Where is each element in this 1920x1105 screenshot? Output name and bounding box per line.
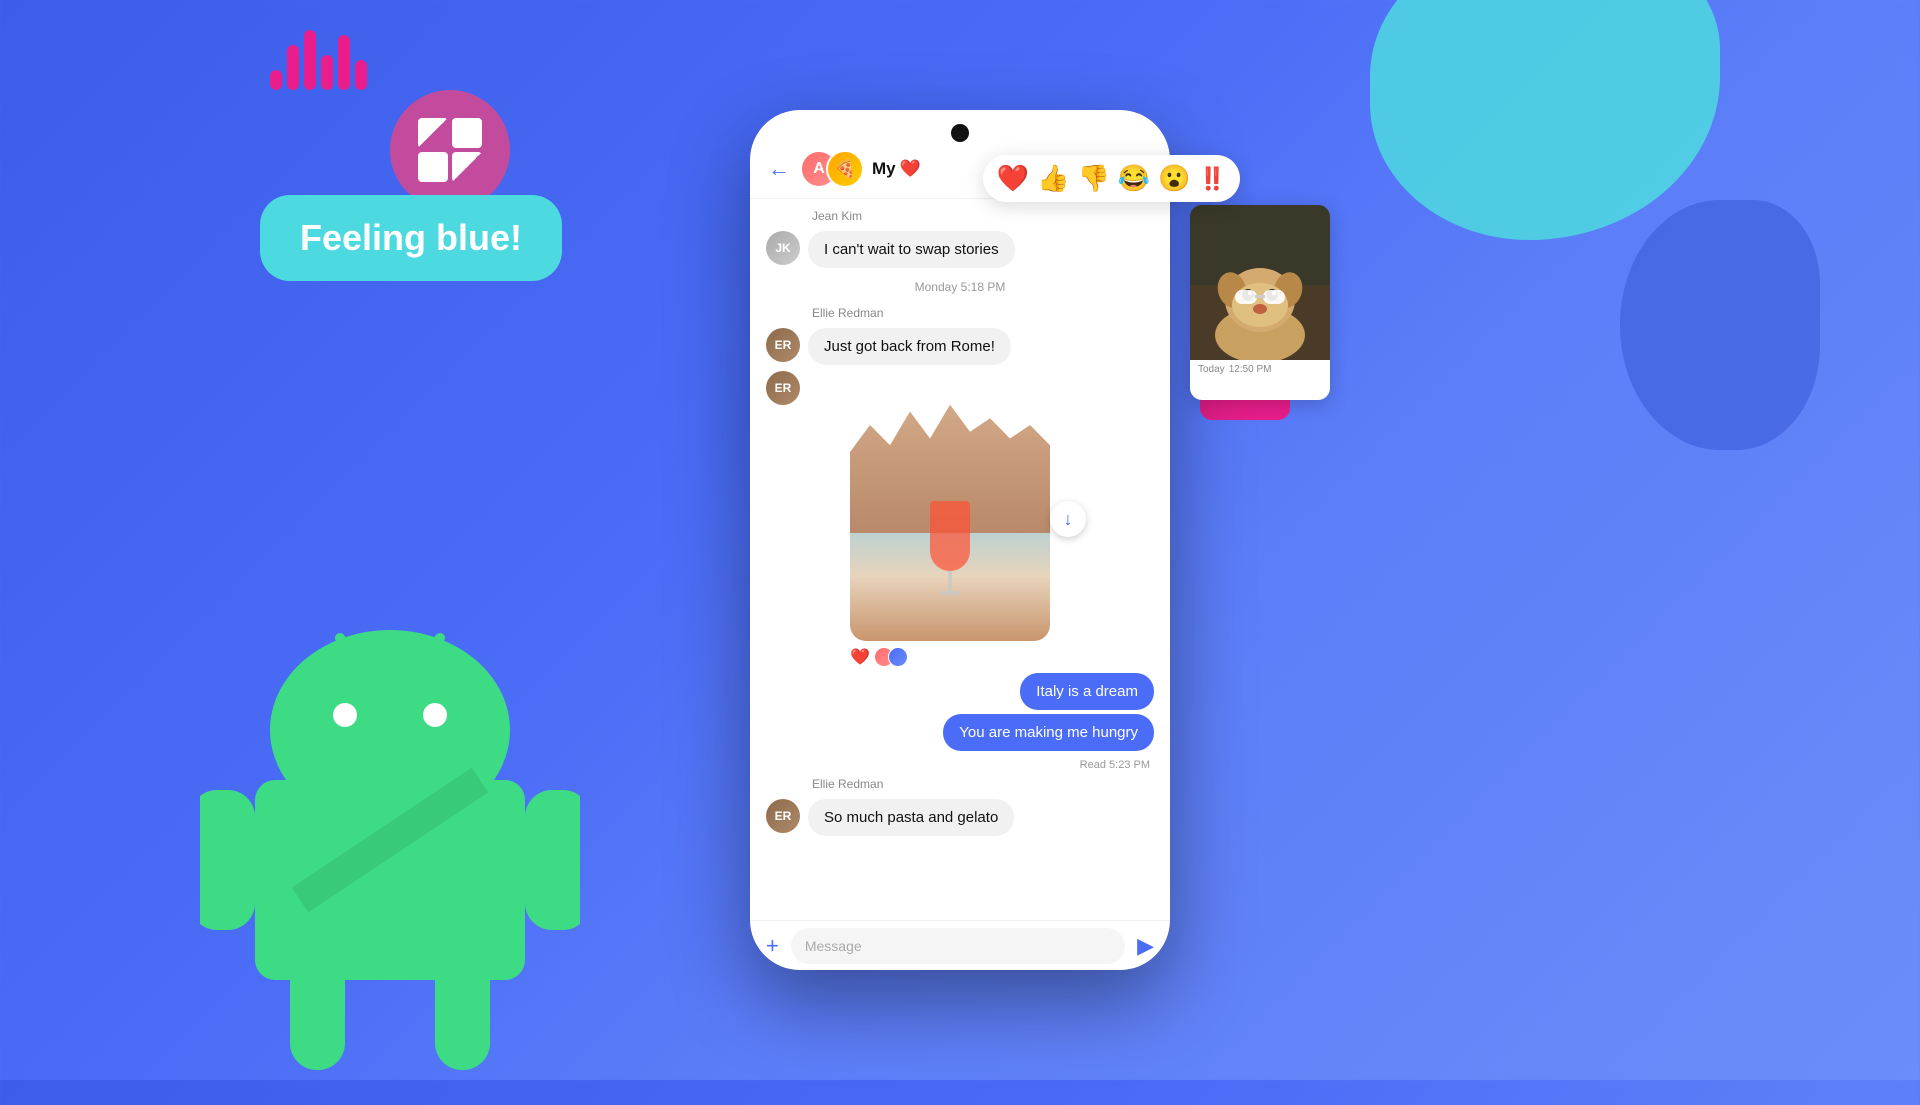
reaction-avatars [874,647,908,667]
wave-bar-2 [287,45,299,90]
phone-camera [951,124,969,142]
add-attachment-icon[interactable]: + [766,933,779,959]
emoji-surprised[interactable]: 😮 [1158,163,1190,194]
drink-stem [948,571,952,591]
drink-base [940,591,960,595]
bubble-pasta: So much pasta and gelato [808,799,1014,836]
send-icon[interactable]: ▶ [1137,933,1154,959]
emoji-laugh[interactable]: 😂 [1118,163,1150,194]
sender-name-ellie-1: Ellie Redman [812,306,1154,320]
bubble-outgoing-2: You are making me hungry [943,714,1154,751]
dog-photo-card: Today 12:50 PM [1190,205,1330,400]
dog-time-label: Today [1198,364,1225,375]
chat-group-name: My [872,159,896,179]
wave-bar-5 [338,35,350,90]
sender-name-jean: Jean Kim [812,209,1154,223]
sender-name-ellie-2: Ellie Redman [812,777,1154,791]
dog-time-value: 12:50 PM [1229,364,1272,375]
wave-bar-3 [304,30,316,90]
message-row-photo: ER ↓ ❤️ [766,371,1154,667]
avatar-ellie-photo: ER [766,371,800,405]
avatar-ellie-2: ER [766,799,800,833]
bm-sq-4 [452,152,482,182]
avatar-group: A 🍕 [800,150,864,188]
wave-bar-4 [321,55,333,90]
feeling-blue-bubble: Feeling blue! [260,195,562,281]
back-button[interactable]: ← [768,156,790,182]
chat-input-bar: + Message ▶ [750,920,1170,970]
read-receipt: Read 5:23 PM [766,759,1150,771]
bubble-ellie-1: Just got back from Rome! [808,328,1011,365]
dog-photo-image [1190,205,1330,360]
emoji-thumbsup[interactable]: 👍 [1037,163,1069,194]
phone-notch [750,110,1170,142]
bubble-outgoing-1: Italy is a dream [1020,673,1154,710]
message-row-1: JK I can't wait to swap stories [766,231,1154,268]
timestamp-monday: Monday 5:18 PM [766,280,1154,294]
emoji-thumbsdown[interactable]: 👎 [1077,163,1109,194]
emoji-reaction-bar: ❤️ 👍 👎 😂 😮 ‼️ [983,155,1240,202]
avatar-ellie-1: ER [766,328,800,362]
message-input[interactable]: Message [791,928,1125,964]
photo-drink [925,501,975,601]
emoji-heart[interactable]: ❤️ [997,163,1029,194]
photo-message: ↓ ❤️ [850,371,1070,667]
avatar-emoji: 🍕 [826,150,864,188]
input-placeholder: Message [805,938,862,954]
drink-glass [930,501,970,571]
bm-sq-1 [418,118,448,148]
bubble-jean: I can't wait to swap stories [808,231,1015,268]
android-mascot [200,600,580,1100]
bm-sq-2 [452,118,482,148]
photo-scene [850,371,1050,641]
emoji-exclaim[interactable]: ‼️ [1199,166,1226,192]
avatar-jean: JK [766,231,800,265]
message-row-2: ER Just got back from Rome! [766,328,1154,365]
dog-photo-timestamp: Today 12:50 PM [1190,360,1330,379]
bm-badge [390,90,510,210]
reaction-heart: ❤️ [850,647,870,667]
wave-bar-6 [355,60,367,90]
sound-wave-decoration [270,30,367,90]
outgoing-messages: Italy is a dream You are making me hungr… [766,673,1154,751]
bg-blob-teal [1370,0,1720,240]
download-button[interactable]: ↓ [1050,501,1086,537]
bg-blob-blue-dark [1620,200,1820,450]
chat-messages: Jean Kim JK I can't wait to swap stories… [750,199,1170,920]
feeling-blue-text: Feeling blue! [300,217,522,258]
message-row-pasta: ER So much pasta and gelato [766,799,1154,836]
wave-bar-1 [270,70,282,90]
photo-card-main [850,371,1050,641]
bm-sq-3 [418,152,448,182]
reaction-avatar-2 [888,647,908,667]
chat-heart: ❤️ [900,159,921,179]
bm-icon [418,118,482,182]
phone-frame: ← A 🍕 My ❤️ ▢ ⓘ Jean Kim JK I can't wait… [750,110,1170,970]
photo-reactions: ❤️ [850,647,1070,667]
